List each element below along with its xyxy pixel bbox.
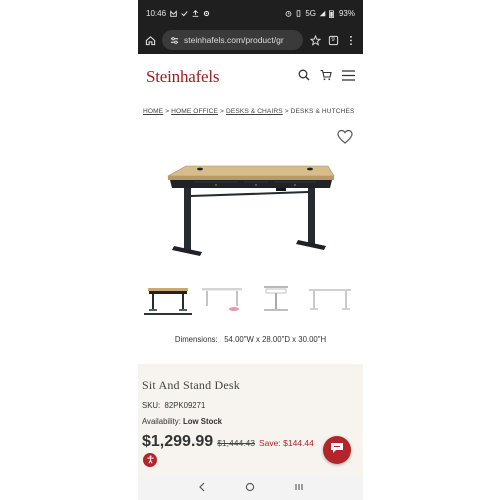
- more-icon[interactable]: [345, 34, 357, 46]
- savings-text: Save: $144.44: [259, 438, 314, 448]
- chat-icon: [330, 441, 344, 459]
- breadcrumb-desks-chairs[interactable]: DESKS & CHAIRS: [226, 108, 283, 115]
- network-label: 5G: [305, 8, 316, 18]
- menu-icon[interactable]: [342, 68, 355, 86]
- site-settings-icon[interactable]: [168, 34, 180, 46]
- breadcrumb: HOME > HOME OFFICE > DESKS & CHAIRS > DESKS & …: [143, 108, 355, 115]
- check-icon: [181, 10, 188, 17]
- home-nav-icon[interactable]: [245, 479, 255, 497]
- battery-level: 93%: [338, 8, 355, 18]
- android-nav-bar: [138, 476, 363, 500]
- thumbnail-desk-white-base[interactable]: [198, 283, 246, 315]
- chat-button[interactable]: [323, 436, 351, 464]
- site-logo[interactable]: Steinhafels: [146, 67, 220, 87]
- accessibility-icon: [146, 451, 155, 469]
- thumbnail-desk-front[interactable]: [144, 283, 192, 315]
- home-icon[interactable]: [144, 34, 156, 46]
- recents-icon[interactable]: [294, 479, 304, 497]
- back-icon[interactable]: [198, 479, 206, 497]
- product-title: Sit And Stand Desk: [142, 378, 240, 392]
- availability-value: Low Stock: [183, 417, 223, 426]
- status-time: 10:46: [146, 8, 167, 18]
- cart-icon[interactable]: [320, 68, 332, 86]
- url-text: steinhafels.com/product/gr: [184, 35, 284, 45]
- settings-gear-icon: [203, 10, 210, 17]
- vibrate-icon: [295, 9, 302, 17]
- product-availability: Availability: Low Stock: [142, 417, 359, 426]
- breadcrumb-home-office[interactable]: HOME OFFICE: [171, 108, 218, 115]
- address-bar[interactable]: steinhafels.com/product/gr: [162, 30, 303, 50]
- breadcrumb-current: DESKS & HUTCHES: [290, 108, 355, 115]
- status-bar: 10:46 5G 93%: [138, 0, 363, 26]
- original-price: $1,444.43: [217, 438, 256, 448]
- product-dimensions: Dimensions: 54.00"W x 28.00"D x 30.00"H: [174, 335, 327, 344]
- bookmark-star-icon[interactable]: [309, 34, 321, 46]
- heart-icon[interactable]: [337, 129, 353, 145]
- product-main-image[interactable]: [158, 150, 348, 270]
- search-icon[interactable]: [298, 68, 310, 86]
- product-price: $1,299.99: [142, 433, 214, 450]
- gmail-icon: [170, 9, 177, 17]
- phone-screen: 10:46 5G 93% steinhafels.com/product/gr …: [138, 0, 363, 500]
- product-sku: SKU: 82PK09271: [142, 401, 206, 410]
- thumbnail-desk-side[interactable]: [252, 283, 300, 315]
- alarm-icon: [285, 10, 292, 17]
- browser-toolbar: steinhafels.com/product/gr 9: [138, 26, 363, 54]
- thumbnail-strip: [144, 283, 359, 317]
- accessibility-button[interactable]: [143, 453, 157, 467]
- upload-icon: [192, 9, 199, 17]
- breadcrumb-home[interactable]: HOME: [143, 108, 163, 115]
- signal-icon: [319, 10, 326, 17]
- availability-label: Availability:: [142, 417, 184, 426]
- battery-icon: [329, 9, 336, 18]
- thumbnail-desk-frame[interactable]: [306, 283, 354, 315]
- tabs-icon[interactable]: 9: [327, 34, 339, 46]
- tab-count: 9: [331, 37, 335, 43]
- site-header: Steinhafels: [138, 54, 363, 100]
